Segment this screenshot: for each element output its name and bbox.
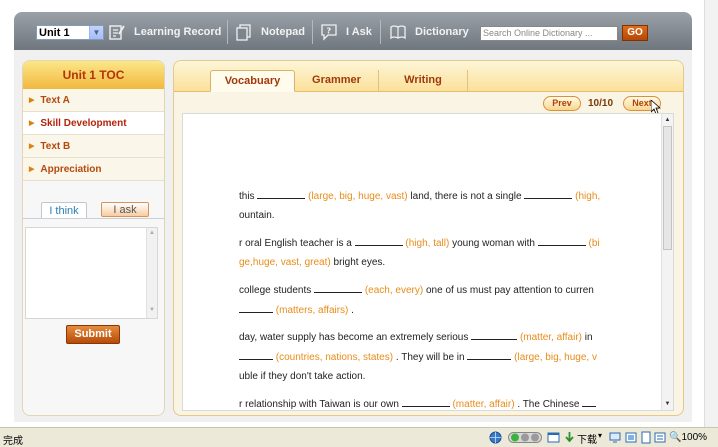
question-line: day, water supply has become an extremel… [239,331,593,343]
question-line: (matters, affairs) . [239,304,354,316]
toc-item-label: Appreciation [40,163,102,175]
toc-item-text-b[interactable]: ▶ Text B [23,135,164,158]
answer-blank[interactable] [582,398,597,407]
toc-item-skill-development[interactable]: ▶ Skill Development [23,112,164,135]
triangle-right-icon: ▶ [29,166,35,173]
notepad-label: Notepad [261,26,305,38]
answer-blank[interactable] [524,190,573,199]
status-text: 完成 [3,436,23,447]
answer-blank[interactable] [467,351,512,360]
think-textarea[interactable]: ▲ ▼ [25,227,158,319]
learning-record-button[interactable]: Learning Record [108,22,221,42]
page-icon[interactable] [640,431,652,444]
toc-item-text-a[interactable]: ▶ Text A [23,89,164,112]
book-icon [390,25,406,40]
toolbar-divider [227,20,228,44]
panel-tab-bar: Vocabuary Grammer Writing [174,61,683,92]
toggle-switch-icon[interactable] [508,431,542,444]
chevron-down-icon[interactable]: ▼ [89,26,103,39]
answer-blank[interactable] [401,398,450,407]
globe-icon [489,431,502,444]
tab-vocabuary[interactable]: Vocabuary [210,70,295,92]
answer-blank[interactable] [239,351,273,360]
top-toolbar: Unit 1 ▼ Learning Record Notepad ? I Ask… [14,12,692,50]
question-line: ountain. [239,210,275,221]
scrollbar-thumb[interactable] [663,126,672,250]
prev-button[interactable]: Prev [543,96,581,111]
scroll-up-icon[interactable]: ▲ [663,115,672,125]
toc-title: Unit 1 TOC [23,61,164,89]
exercise-content: this (large, big, huge, vast) land, ther… [182,113,674,411]
question-line: r relationship with Taiwan is our own (m… [239,398,597,410]
question-line: r oral English teacher is a (high, tall)… [239,237,600,249]
tab-grammer[interactable]: Grammer [295,70,379,92]
toolbar-divider [380,20,381,44]
notepad-icon [236,24,251,41]
toolbar-divider [312,20,313,44]
question-bubble-icon: ? [321,24,337,41]
question-line: (countries, nations, states) . They will… [239,351,597,363]
tab-writing[interactable]: Writing [379,70,468,92]
unit-select[interactable]: Unit 1 ▼ [36,25,104,40]
page-counter: 10/10 [588,98,614,109]
dictionary-button[interactable]: Dictionary [389,22,469,42]
answer-blank[interactable] [239,304,273,313]
zoom-level[interactable]: 🔍100% [669,432,707,443]
answer-blank[interactable] [314,284,363,293]
toc-item-label: Text A [40,94,70,106]
toc-item-label: Text B [40,140,71,152]
chevron-down-icon[interactable]: ▾ [598,431,602,444]
window-link-icon[interactable] [547,431,561,444]
dictionary-label: Dictionary [415,26,469,38]
question-line: ge,huge, vast, great) bright eyes. [239,257,386,268]
dictionary-search-input[interactable]: Search Online Dictionary ... [480,26,618,41]
monitor-icon[interactable] [609,431,621,444]
content-scrollbar[interactable]: ▲ ▼ [661,114,673,410]
triangle-right-icon: ▶ [29,97,35,104]
unit-select-value: Unit 1 [39,26,70,39]
question-line: uble if they don't take action. [239,371,366,382]
scroll-down-icon[interactable]: ▼ [663,399,672,409]
triangle-right-icon: ▶ [29,120,35,127]
answer-blank[interactable] [354,237,403,246]
tab-divider [23,218,164,219]
answer-blank[interactable] [471,331,518,340]
pager: Prev 10/10 Next [174,93,683,115]
toc-item-label: Skill Development [40,117,127,129]
tab-i-ask[interactable]: I ask [101,202,149,217]
question-line: college students (each, every) one of us… [239,284,594,296]
submit-button[interactable]: Submit [66,325,120,344]
go-button[interactable]: GO [622,25,648,41]
svg-text:?: ? [327,27,332,36]
scroll-down-icon[interactable]: ▼ [148,307,156,316]
status-bar: 完成 下载 ▾ 🔍100% [0,427,718,447]
question-line: this (large, big, huge, vast) land, ther… [239,190,601,202]
scroll-up-icon[interactable]: ▲ [148,230,156,239]
toc-item-appreciation[interactable]: ▶ Appreciation [23,158,164,181]
toc-panel: Unit 1 TOC ▶ Text A ▶ Skill Development … [22,60,165,416]
download-icon[interactable] [564,431,575,444]
exercise-panel: Vocabuary Grammer Writing Prev 10/10 Nex… [173,60,684,416]
textarea-scrollbar[interactable]: ▲ ▼ [146,228,157,318]
notepad-button[interactable]: Notepad [235,22,305,42]
learning-record-label: Learning Record [134,26,222,38]
triangle-right-icon: ▶ [29,143,35,150]
download-label[interactable]: 下载 [577,431,597,446]
bookmark-icon[interactable] [654,431,666,444]
answer-blank[interactable] [537,237,586,246]
edit-record-icon [109,25,125,40]
screen-icon[interactable] [625,431,637,444]
tab-i-think[interactable]: I think [41,202,87,219]
browser-scrollbar[interactable] [704,0,718,427]
i-ask-label: I Ask [346,26,372,38]
magnifier-icon: 🔍 [669,432,682,443]
answer-blank[interactable] [257,190,306,199]
i-ask-button[interactable]: ? I Ask [320,22,372,42]
